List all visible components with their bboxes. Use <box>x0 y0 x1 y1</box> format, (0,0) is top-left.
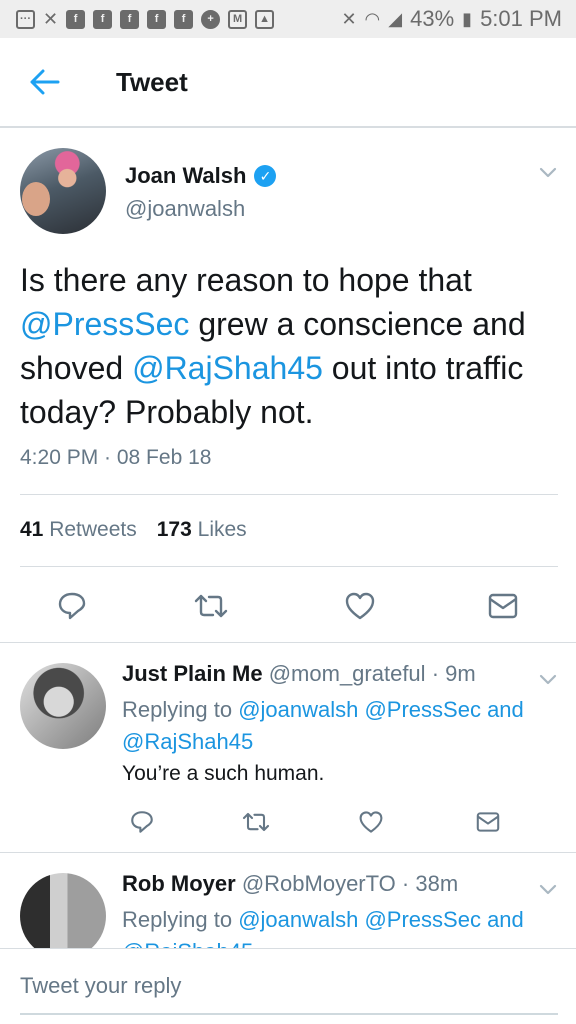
missed-call-icon: ✕ <box>43 8 59 29</box>
reply-header: Just Plain Me @mom_grateful · 9m <box>122 661 476 687</box>
chevron-down-icon[interactable] <box>538 669 558 689</box>
verified-badge-icon: ✓ <box>254 165 277 187</box>
reply-avatar[interactable] <box>20 663 106 749</box>
divider <box>20 494 558 495</box>
like-icon <box>345 592 375 620</box>
likes-stat[interactable]: 173 Likes <box>157 518 247 542</box>
replying-prefix: Replying to <box>122 907 239 932</box>
retweet-icon <box>242 812 270 832</box>
author-name-text: Joan Walsh <box>125 163 247 188</box>
retweet-button[interactable] <box>191 586 231 626</box>
like-icon <box>359 811 383 833</box>
reply-time: · 38m <box>401 871 459 896</box>
direct-message-button[interactable] <box>483 586 523 626</box>
author-handle[interactable]: @joanwalsh <box>125 196 245 222</box>
reply-time: · 9m <box>431 661 476 686</box>
facebook-icon: f <box>66 9 86 29</box>
tweet-actions <box>0 586 576 626</box>
reply-author-name[interactable]: Just Plain Me <box>122 661 263 686</box>
mail-icon: M <box>228 9 248 29</box>
replying-to: Replying to @joanwalsh @PressSec and @Ra… <box>122 904 562 948</box>
replying-mentions[interactable]: @joanwalsh @PressSec and <box>238 907 524 932</box>
main-tweet: Joan Walsh ✓ @joanwalsh Is there any rea… <box>0 130 576 643</box>
facebook-icon: f <box>93 9 113 29</box>
mention-link[interactable]: @RajShah45 <box>132 350 323 386</box>
tweet-text-part: Is there any reason to hope that <box>20 262 472 298</box>
facebook-icon: f <box>147 9 167 29</box>
battery-icon: ▮ <box>462 8 473 29</box>
page-title: Tweet <box>116 66 188 97</box>
battery-percent: 43% <box>410 6 455 31</box>
retweet-button[interactable] <box>236 807 276 837</box>
back-button[interactable] <box>10 47 80 117</box>
chevron-down-icon[interactable] <box>538 879 558 899</box>
replying-prefix: Replying to <box>122 697 239 722</box>
reply-author-handle[interactable]: @mom_grateful <box>269 661 426 686</box>
direct-message-icon <box>488 593 518 619</box>
system-status: ✕ ◠ ◢ 43% ▮ 5:01 PM <box>341 6 562 32</box>
reply-button[interactable] <box>52 586 92 626</box>
reply-bar <box>0 948 576 1024</box>
chevron-down-icon[interactable] <box>538 162 558 182</box>
tweet-text: Is there any reason to hope that @PressS… <box>20 258 560 434</box>
like-button[interactable] <box>340 586 380 626</box>
replying-mentions[interactable]: @RajShah45 <box>122 939 253 948</box>
mention-link[interactable]: @PressSec <box>20 306 189 342</box>
retweet-icon <box>194 594 228 618</box>
reply-header: Rob Moyer @RobMoyerTO · 38m <box>122 871 458 897</box>
clock: 5:01 PM <box>480 6 562 31</box>
reply-avatar[interactable] <box>20 873 106 948</box>
signal-icon: ◢ <box>388 8 403 29</box>
photo-icon: ▲ <box>255 9 275 29</box>
reply-text: You’re a such human. <box>122 762 325 785</box>
reply-tweet[interactable]: Rob Moyer @RobMoyerTO · 38m Replying to … <box>0 853 576 948</box>
status-bar: ··· ✕ f f f f f + M ▲ ✕ ◠ ◢ 43% ▮ 5:01 P… <box>0 0 576 38</box>
back-arrow-icon <box>30 69 60 95</box>
reply-author-name[interactable]: Rob Moyer <box>122 871 236 896</box>
tweet-timestamp: 4:20 PM · 08 Feb 18 <box>20 446 212 469</box>
reply-input-underline <box>20 1013 558 1015</box>
likes-count: 173 <box>156 518 192 541</box>
reply-input[interactable] <box>20 973 556 999</box>
reply-button[interactable] <box>122 807 162 837</box>
mute-icon: ✕ <box>341 8 357 29</box>
reply-icon <box>131 811 153 833</box>
top-app-bar: Tweet <box>0 38 576 128</box>
reply-tweet[interactable]: Just Plain Me @mom_grateful · 9m Replyin… <box>0 643 576 853</box>
direct-message-button[interactable] <box>468 807 508 837</box>
divider <box>20 566 558 567</box>
reply-actions <box>0 807 576 837</box>
wifi-icon: ◠ <box>364 8 381 29</box>
likes-label: Likes <box>197 518 247 541</box>
reply-author-handle[interactable]: @RobMoyerTO <box>242 871 396 896</box>
like-button[interactable] <box>351 807 391 837</box>
tweet-stats: 41 Retweets 173 Likes <box>20 518 247 542</box>
direct-message-icon <box>476 812 500 832</box>
notification-icons: ··· ✕ f f f f f + M ▲ <box>16 9 341 30</box>
author-avatar[interactable] <box>20 148 106 234</box>
retweets-count: 41 <box>20 518 44 541</box>
author-name[interactable]: Joan Walsh ✓ <box>125 163 277 189</box>
facebook-icon: f <box>174 9 194 29</box>
retweets-stat[interactable]: 41 Retweets <box>20 518 137 542</box>
message-icon: ··· <box>16 9 35 29</box>
retweets-label: Retweets <box>49 518 137 541</box>
replying-to: Replying to @joanwalsh @PressSec and @Ra… <box>122 694 562 758</box>
plus-icon: + <box>201 9 221 29</box>
replying-mentions[interactable]: @joanwalsh @PressSec and <box>238 697 524 722</box>
replying-mentions[interactable]: @RajShah45 <box>122 729 253 754</box>
reply-icon <box>58 592 86 620</box>
facebook-icon: f <box>120 9 140 29</box>
